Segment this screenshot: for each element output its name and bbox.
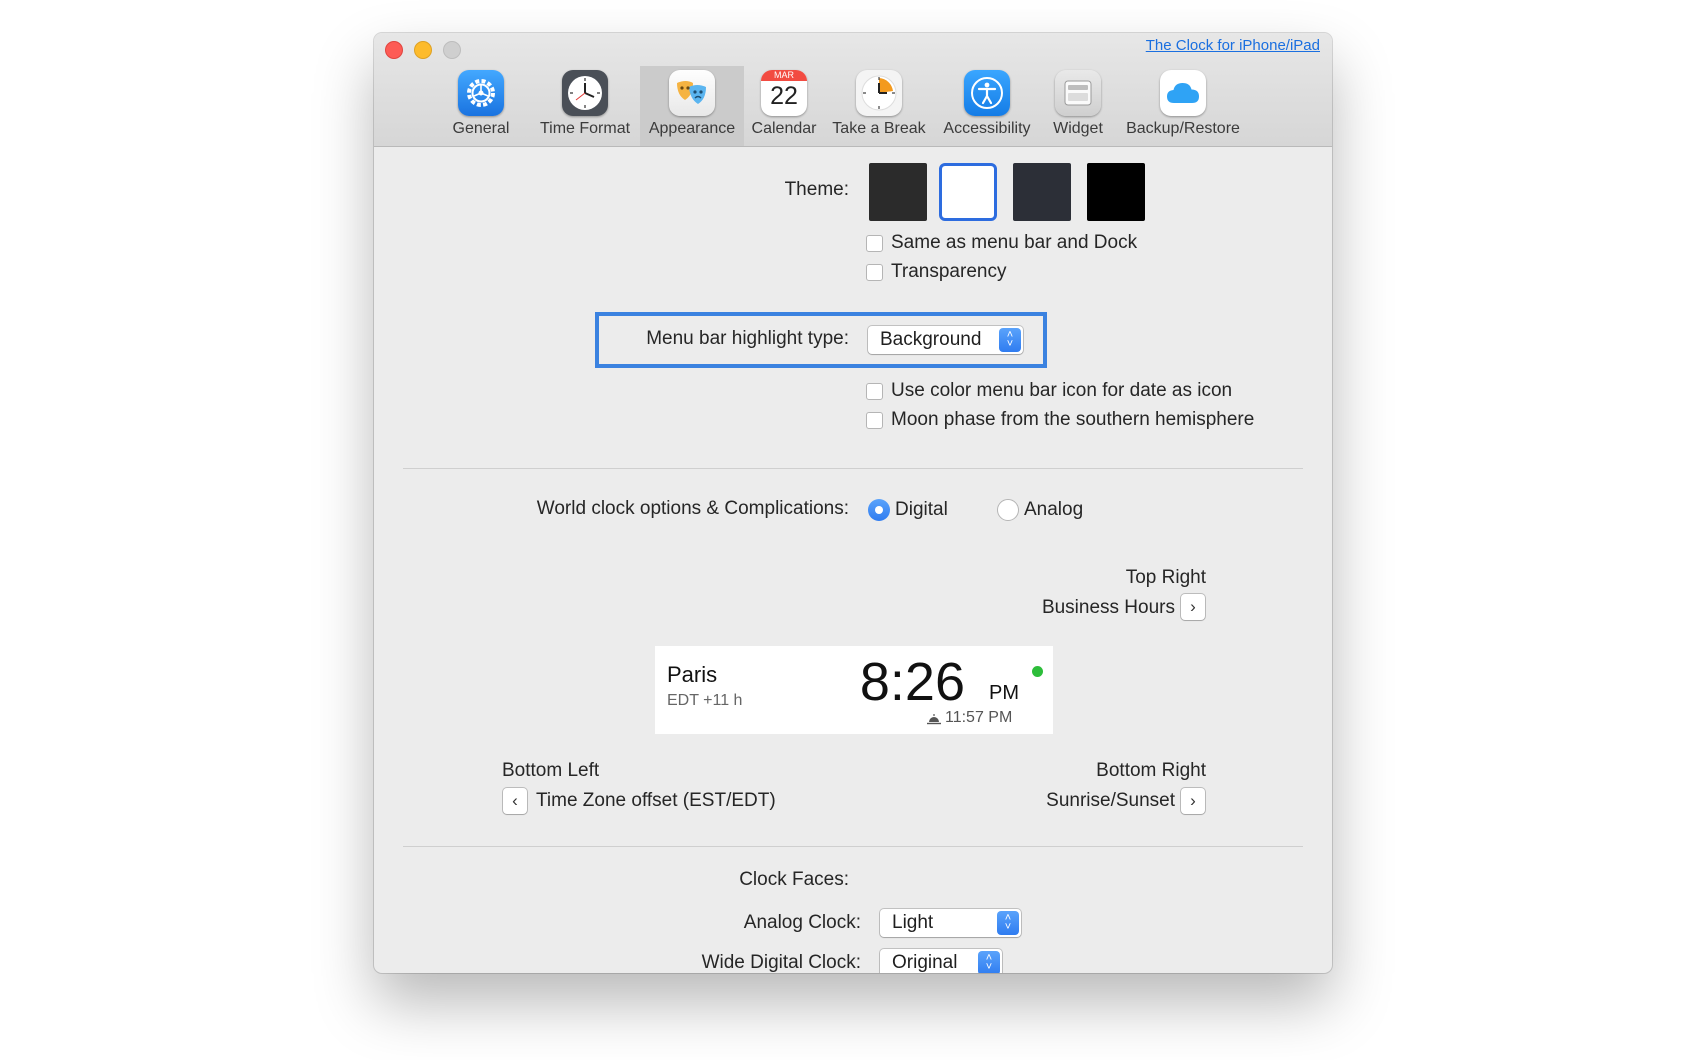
tab-take-a-break-label: Take a Break — [832, 120, 926, 137]
radio-button[interactable] — [997, 499, 1019, 521]
radio-button[interactable] — [868, 499, 890, 521]
checkbox-box[interactable] — [866, 263, 883, 281]
tab-backup-restore-label: Backup/Restore — [1126, 120, 1240, 137]
bottom-left-prev-button[interactable]: ‹ — [503, 788, 527, 814]
analog-clock-label: Analog Clock: — [743, 912, 861, 933]
same-as-menubar-label: Same as menu bar and Dock — [891, 232, 1138, 253]
tab-calendar[interactable]: MAR 22 Calendar — [749, 66, 819, 146]
preview-offset: EDT +11 h — [667, 692, 743, 709]
checkbox-box[interactable] — [866, 382, 883, 400]
world-clock-label: World clock options & Complications: — [536, 498, 849, 519]
tab-time-format-label: Time Format — [539, 120, 631, 137]
chevron-left-icon: ‹ — [512, 791, 518, 810]
zoom-window-button[interactable] — [443, 41, 461, 59]
updown-arrows-icon: ˄ ˅ — [999, 328, 1021, 352]
world-clock-preview: Paris EDT +11 h 8:26 PM 11:57 PM — [655, 646, 1053, 734]
bottom-right-title: Bottom Right — [1096, 760, 1206, 781]
bottom-left-value: Time Zone offset (EST/EDT) — [536, 790, 776, 811]
tab-backup-restore[interactable]: Backup/Restore — [1118, 66, 1248, 146]
top-right-title: Top Right — [1125, 567, 1206, 588]
accessibility-icon — [964, 70, 1010, 116]
moon-phase-checkbox[interactable]: Moon phase from the southern hemisphere — [866, 409, 1254, 431]
sunset-icon — [926, 712, 942, 730]
cloud-icon — [1160, 70, 1206, 116]
preview-sunset: 11:57 PM — [945, 709, 1013, 726]
clock-faces-label: Clock Faces: — [739, 869, 849, 890]
section-divider — [403, 468, 1303, 469]
minimize-window-button[interactable] — [414, 41, 432, 59]
timer-icon — [856, 70, 902, 116]
checkbox-box[interactable] — [866, 411, 883, 429]
bottom-right-value: Sunrise/Sunset — [1046, 790, 1175, 811]
tab-time-format[interactable]: Time Format — [537, 66, 633, 146]
calendar-day: 22 — [770, 82, 798, 110]
tab-general[interactable]: General — [451, 66, 511, 146]
iphone-ipad-link[interactable]: The Clock for iPhone/iPad — [1146, 37, 1320, 54]
color-menubar-icon-label: Use color menu bar icon for date as icon — [891, 380, 1233, 401]
popup-value: Background — [880, 329, 982, 350]
bottom-left-title: Bottom Left — [502, 760, 600, 781]
calendar-month: MAR — [761, 70, 807, 81]
preview-time: 8:26 — [859, 652, 965, 712]
tab-accessibility-label: Accessibility — [943, 120, 1031, 137]
preview-city: Paris — [667, 662, 718, 687]
menubar-highlight-type-popup[interactable]: Background ˄ ˅ — [868, 326, 1023, 354]
radio-digital[interactable]: Digital — [868, 499, 948, 521]
radio-digital-label: Digital — [895, 499, 948, 520]
popup-value: Original — [892, 952, 958, 973]
chevron-right-icon: › — [1190, 597, 1196, 616]
theme-label: Theme: — [784, 179, 849, 200]
color-menubar-icon-checkbox[interactable]: Use color menu bar icon for date as icon — [866, 380, 1232, 402]
radio-analog-label: Analog — [1024, 499, 1084, 520]
theme-swatch-graphite[interactable] — [1013, 163, 1071, 221]
tab-appearance[interactable]: Appearance — [640, 66, 744, 146]
tab-take-a-break[interactable]: Take a Break — [829, 66, 929, 146]
theme-swatch-dark[interactable] — [869, 163, 927, 221]
checkbox-box[interactable] — [866, 234, 883, 252]
tab-widget-label: Widget — [1053, 120, 1103, 137]
moon-phase-label: Moon phase from the southern hemisphere — [891, 409, 1255, 430]
popup-value: Light — [892, 912, 934, 933]
top-right-next-button[interactable]: › — [1181, 594, 1205, 620]
calendar-icon: MAR 22 — [761, 70, 807, 116]
wide-digital-clock-popup[interactable]: Original ˄ ˅ — [880, 949, 1002, 973]
tab-accessibility[interactable]: Accessibility — [938, 66, 1036, 146]
toolbar: The Clock for iPhone/iPad General Time F… — [374, 33, 1332, 147]
gear-icon — [458, 70, 504, 116]
top-right-value: Business Hours — [1041, 597, 1175, 618]
tab-appearance-label: Appearance — [648, 120, 736, 137]
status-dot — [1032, 666, 1043, 677]
transparency-label: Transparency — [891, 261, 1007, 282]
menubar-highlight-type-label: Menu bar highlight type: — [646, 328, 849, 349]
theme-swatch-light[interactable] — [939, 163, 997, 221]
bottom-right-next-button[interactable]: › — [1181, 788, 1205, 814]
tab-calendar-label: Calendar — [751, 120, 817, 137]
transparency-checkbox[interactable]: Transparency — [866, 261, 1006, 283]
theme-swatch-black[interactable] — [1087, 163, 1145, 221]
close-window-button[interactable] — [385, 41, 403, 59]
section-divider — [403, 846, 1303, 847]
appearance-pane: Theme: Same as menu bar and Dock Transpa… — [374, 147, 1332, 973]
wide-digital-clock-label: Wide Digital Clock: — [701, 952, 861, 973]
preferences-window: The Clock for iPhone/iPad General Time F… — [374, 33, 1332, 973]
preview-ampm: PM — [989, 682, 1019, 704]
tab-general-label: General — [452, 120, 510, 137]
same-as-menubar-checkbox[interactable]: Same as menu bar and Dock — [866, 232, 1137, 254]
analog-clock-popup[interactable]: Light ˄ ˅ — [880, 909, 1021, 937]
chevron-right-icon: › — [1190, 791, 1196, 810]
widget-icon — [1055, 70, 1101, 116]
clock-icon — [562, 70, 608, 116]
theater-masks-icon — [669, 70, 715, 116]
tab-widget[interactable]: Widget — [1047, 66, 1109, 146]
radio-analog[interactable]: Analog — [997, 499, 1083, 521]
updown-arrows-icon: ˄ ˅ — [997, 911, 1019, 935]
updown-arrows-icon: ˄ ˅ — [978, 951, 1000, 973]
